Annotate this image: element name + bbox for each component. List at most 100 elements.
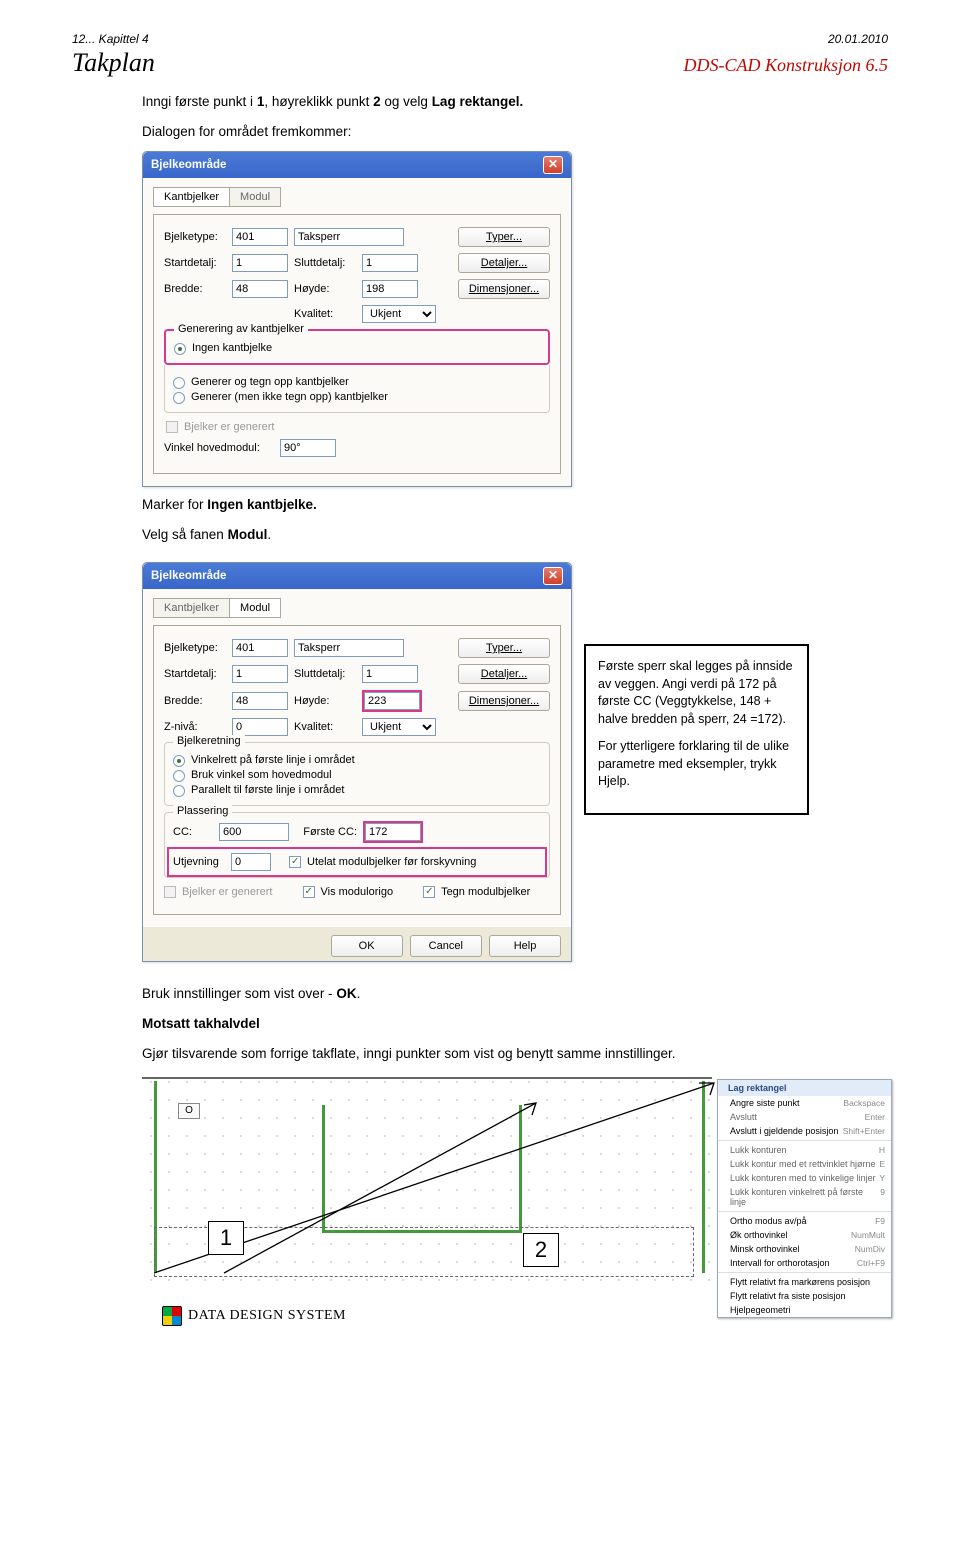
plan-diagram: O 1 2 Lag rektangel Angre siste punktBac… [142, 1073, 892, 1288]
label-utjevning: Utjevning [173, 856, 225, 868]
menu-item[interactable]: Avslutt i gjeldende posisjonShift+Enter [718, 1124, 891, 1138]
label-vinkel: Vinkel hovedmodul: [164, 442, 274, 454]
radio-parallelt[interactable]: Parallelt til første linje i området [173, 784, 541, 796]
button-typer[interactable]: Typer... [458, 227, 550, 247]
product-title: DDS-CAD Konstruksjon 6.5 [683, 55, 888, 76]
button-help[interactable]: Help [489, 935, 561, 957]
button-dimensjoner[interactable]: Dimensjoner... [458, 279, 550, 299]
page-header: 12... Kapittel 4 20.01.2010 [72, 32, 888, 46]
dialog-title: Bjelkeområde [151, 159, 226, 171]
radio-generer-ikke-tegn[interactable]: Generer (men ikke tegn opp) kantbjelker [173, 391, 541, 403]
close-icon[interactable]: ✕ [543, 156, 563, 174]
origo-marker: O [178, 1103, 200, 1119]
radio-bruk-vinkel[interactable]: Bruk vinkel som hovedmodul [173, 769, 541, 781]
input-sluttdetalj[interactable] [362, 665, 418, 683]
menu-item[interactable]: Angre siste punktBackspace [718, 1096, 891, 1110]
input-hoyde[interactable] [362, 280, 418, 298]
mid-p1: Marker for Ingen kantbjelke. [142, 495, 888, 515]
after-p2: Gjør tilsvarende som forrige takflate, i… [142, 1044, 888, 1064]
dialog-bjelkeomrade-2: Bjelkeområde ✕ KantbjelkerModul Bjelkety… [142, 562, 572, 962]
menu-item[interactable]: Ortho modus av/påF9 [718, 1214, 891, 1228]
tab-modul[interactable]: Modul [229, 598, 281, 618]
menu-item[interactable]: Intervall for orthorotasjonCtrl+F9 [718, 1256, 891, 1270]
input-bredde[interactable] [232, 280, 288, 298]
group-bjelkeretning: Bjelkeretning Vinkelrett på første linje… [164, 742, 550, 806]
input-bjelketype[interactable] [232, 639, 288, 657]
close-icon[interactable]: ✕ [543, 567, 563, 585]
title-row: Takplan DDS-CAD Konstruksjon 6.5 [72, 48, 888, 78]
menu-item[interactable]: Øk orthovinkelNumMult [718, 1228, 891, 1242]
input-vinkel[interactable] [280, 439, 336, 457]
menu-item[interactable]: Minsk orthovinkelNumDiv [718, 1242, 891, 1256]
group-title: Generering av kantbjelker [174, 323, 308, 335]
label-hoyde: Høyde: [294, 283, 356, 295]
label-bredde: Bredde: [164, 283, 226, 295]
side-note-box: Første sperr skal legges på innside av v… [584, 644, 809, 815]
dialog-bjelkeomrade-1: Bjelkeområde ✕ KantbjelkerModul Bjelkety… [142, 151, 572, 487]
checkbox-tegn-modulbjelker[interactable]: Tegn modulbjelker [423, 886, 530, 898]
input-startdetalj[interactable] [232, 665, 288, 683]
menu-item[interactable]: Hjelpegeometri [718, 1303, 891, 1317]
header-date: 20.01.2010 [828, 32, 888, 46]
label-kvalitet: Kvalitet: [294, 721, 356, 733]
button-dimensjoner[interactable]: Dimensjoner... [458, 691, 550, 711]
input-taksperr[interactable] [294, 639, 404, 657]
menu-item[interactable]: Flytt relativt fra siste posisjon [718, 1289, 891, 1303]
label-bjelketype: Bjelketype: [164, 642, 226, 654]
sidenote-p2: For ytterligere forklaring til de ulike … [598, 738, 795, 791]
input-startdetalj[interactable] [232, 254, 288, 272]
tabstrip: KantbjelkerModul [153, 186, 561, 206]
button-cancel[interactable]: Cancel [410, 935, 482, 957]
menu-item: Lukk kontur med et rettvinklet hjørneE [718, 1157, 891, 1171]
label-zniva: Z-nivå: [164, 721, 226, 733]
callout-2: 2 [523, 1233, 559, 1267]
dds-logo-text: DATA DESIGN SYSTEM [188, 1308, 346, 1324]
menu-item: AvsluttEnter [718, 1110, 891, 1124]
button-detaljer[interactable]: Detaljer... [458, 253, 550, 273]
highlight-hoyde [362, 690, 422, 712]
callout-1: 1 [208, 1221, 244, 1255]
highlight-firstcc [363, 821, 423, 843]
input-utjevning[interactable] [231, 853, 271, 871]
group-generering: Generering av kantbjelker Ingen kantbjel… [164, 329, 550, 365]
checkbox-utelat[interactable]: Utelat modulbjelker før forskyvning [289, 856, 476, 868]
group-plassering: Plassering CC: Første CC: Utjevning Utel… [164, 812, 550, 878]
button-typer[interactable]: Typer... [458, 638, 550, 658]
mid-p2: Velg så fanen Modul. [142, 525, 888, 545]
input-bredde[interactable] [232, 692, 288, 710]
input-cc[interactable] [219, 823, 289, 841]
intro-p2: Dialogen for området fremkommer: [142, 122, 888, 142]
input-bjelketype[interactable] [232, 228, 288, 246]
after-p1: Bruk innstillinger som vist over - OK. [142, 984, 888, 1004]
dialog-title: Bjelkeområde [151, 570, 226, 582]
checkbox-vis-modulorigo[interactable]: Vis modulorigo [303, 886, 394, 898]
tabstrip: KantbjelkerModul [153, 597, 561, 617]
tab-kantbjelker[interactable]: Kantbjelker [153, 187, 230, 207]
input-firstcc[interactable] [365, 823, 421, 841]
menu-item[interactable]: Flytt relativt fra markørens posisjon [718, 1275, 891, 1289]
menu-lag-rektangel[interactable]: Lag rektangel [718, 1080, 891, 1096]
sidenote-p1: Første sperr skal legges på innside av v… [598, 658, 795, 728]
after-heading: Motsatt takhalvdel [142, 1014, 888, 1034]
intro-p1: Inngi første punkt i 1, høyreklikk punkt… [142, 92, 888, 112]
header-left: 12... Kapittel 4 [72, 32, 149, 46]
radio-ingen-kantbjelke[interactable]: Ingen kantbjelke [174, 342, 540, 354]
input-sluttdetalj[interactable] [362, 254, 418, 272]
label-hoyde: Høyde: [294, 695, 356, 707]
tab-modul[interactable]: Modul [229, 187, 281, 207]
input-hoyde[interactable] [364, 692, 420, 710]
label-startdetalj: Startdetalj: [164, 257, 226, 269]
select-kvalitet[interactable]: Ukjent [362, 305, 436, 323]
button-detaljer[interactable]: Detaljer... [458, 664, 550, 684]
menu-item: Lukk konturen vinkelrett på første linje… [718, 1185, 891, 1209]
label-sluttdetalj: Sluttdetalj: [294, 668, 356, 680]
button-ok[interactable]: OK [331, 935, 403, 957]
input-taksperr[interactable] [294, 228, 404, 246]
radio-vinkelrett[interactable]: Vinkelrett på første linje i området [173, 754, 541, 766]
input-zniva[interactable] [232, 718, 288, 736]
checkbox-bjelker-generert: Bjelker er generert [164, 886, 273, 898]
tab-kantbjelker[interactable]: Kantbjelker [153, 598, 230, 618]
label-bjelketype: Bjelketype: [164, 231, 226, 243]
radio-generer-tegn[interactable]: Generer og tegn opp kantbjelker [173, 376, 541, 388]
select-kvalitet[interactable]: Ukjent [362, 718, 436, 736]
